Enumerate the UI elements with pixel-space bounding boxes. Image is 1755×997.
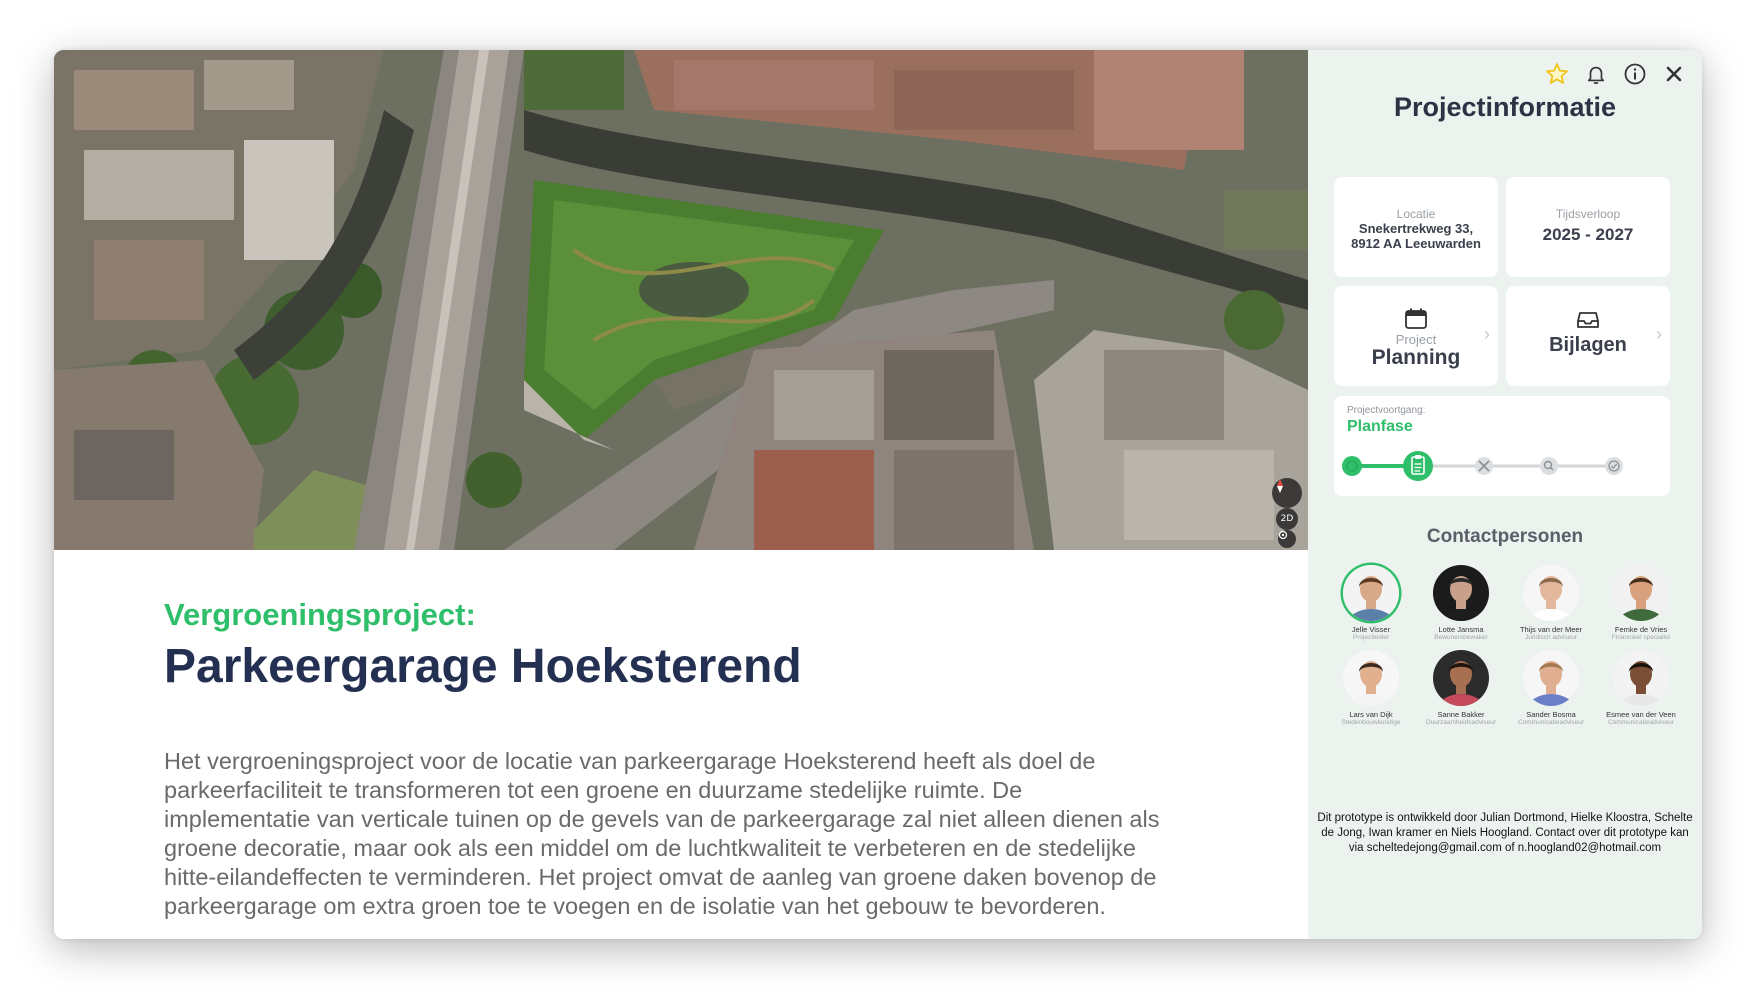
project-subtitle: Vergroeningsproject:	[164, 597, 476, 632]
info-icon[interactable]	[1621, 60, 1649, 88]
avatar	[1523, 565, 1579, 621]
compass-icon[interactable]	[1272, 478, 1302, 508]
avatar	[1523, 650, 1579, 706]
contact-card[interactable]: Sander Bosma Communicatieadviseur	[1506, 650, 1596, 727]
contact-card[interactable]: Lotte Jansma Bewonersbewaker	[1416, 565, 1506, 642]
timeline-label: Tijdsverloop	[1555, 207, 1621, 221]
attachments-label: Bijlagen	[1549, 334, 1627, 356]
contact-name: Jelle Visser	[1351, 625, 1391, 634]
app-window: 2D Vergroeningsproject: Parkeergarage Ho…	[54, 50, 1702, 939]
contact-role: Stedenbouwkundige	[1341, 719, 1401, 726]
attachments-card[interactable]: Bijlagen ›	[1506, 286, 1670, 386]
contact-role: Projectleider	[1352, 634, 1390, 641]
aerial-map-image	[54, 50, 1308, 550]
planning-small-label: Project	[1395, 332, 1437, 347]
progress-card: Projectvoortgang: Planfase	[1334, 396, 1670, 496]
step-3-tools-icon	[1475, 457, 1493, 475]
step-4-search-icon	[1540, 457, 1558, 475]
location-card: Locatie Snekertrekweg 33, 8912 AA Leeuwa…	[1334, 177, 1498, 277]
contact-name: Femke de Vries	[1614, 625, 1668, 634]
project-content: Vergroeningsproject: Parkeergarage Hoeks…	[164, 595, 1174, 921]
credits-footer: Dit prototype is ontwikkeld door Julian …	[1317, 812, 1693, 854]
location-line2: 8912 AA Leeuwarden	[1351, 236, 1481, 251]
bell-icon[interactable]	[1582, 60, 1610, 88]
avatar	[1343, 565, 1399, 621]
contact-name: Lotte Jansma	[1438, 625, 1484, 634]
project-title: Parkeergarage Hoeksterend	[164, 640, 802, 693]
contact-role: Communicatieadviseur	[1517, 719, 1585, 726]
aerial-map[interactable]: 2D	[54, 50, 1308, 550]
inbox-icon	[1506, 310, 1670, 330]
contact-card[interactable]: Femke de Vries Financieel specialist	[1596, 565, 1686, 642]
contact-name: Sander Bosma	[1526, 710, 1576, 719]
project-description: Het vergroeningsproject voor de locatie …	[164, 748, 1160, 919]
planning-label: Planning	[1371, 346, 1461, 369]
location-label: Locatie	[1396, 207, 1436, 221]
timeline-card: Tijdsverloop 2025 - 2027	[1506, 177, 1670, 277]
chevron-right-icon: ›	[1484, 324, 1490, 344]
sidebar-title: Projectinformatie	[1393, 92, 1617, 122]
contact-card[interactable]: Thijs van der Meer Juridisch adviseur	[1506, 565, 1596, 642]
step-5-check-circle-icon	[1605, 457, 1623, 475]
view-2d-toggle[interactable]: 2D	[1276, 508, 1298, 530]
planning-card[interactable]: Project Planning ›	[1334, 286, 1498, 386]
contacts-title: Contactpersonen	[1426, 526, 1584, 547]
avatar	[1433, 650, 1489, 706]
location-line1: Snekertrekweg 33,	[1358, 221, 1474, 236]
timeline-value: 2025 - 2027	[1542, 225, 1634, 244]
contact-role: Financieel specialist	[1611, 634, 1671, 641]
chevron-right-icon: ›	[1656, 324, 1662, 344]
progress-phase: Planfase	[1347, 418, 1413, 435]
contact-name: Esmee van der Veen	[1606, 710, 1676, 719]
locate-icon[interactable]	[1278, 530, 1296, 548]
contact-name: Sanne Bakker	[1437, 710, 1485, 719]
calendar-icon	[1334, 308, 1498, 330]
contact-role: Juridisch adviseur	[1524, 634, 1578, 641]
contact-card[interactable]: Sanne Bakker Duurzaamheidsadviseur	[1416, 650, 1506, 727]
star-icon[interactable]	[1543, 60, 1571, 88]
avatar	[1433, 565, 1489, 621]
avatar	[1613, 650, 1669, 706]
contact-role: Bewonersbewaker	[1434, 634, 1488, 641]
close-icon[interactable]	[1660, 60, 1688, 88]
contact-card[interactable]: Jelle Visser Projectleider	[1326, 565, 1416, 642]
contact-role: Communicatieadviseur	[1607, 719, 1675, 726]
avatar	[1343, 650, 1399, 706]
progress-stepper	[1342, 451, 1623, 481]
avatar	[1613, 565, 1669, 621]
contact-role: Duurzaamheidsadviseur	[1425, 719, 1497, 726]
contact-card[interactable]: Lars van Dijk Stedenbouwkundige	[1326, 650, 1416, 727]
step-1-check-icon	[1342, 456, 1362, 476]
contact-name: Lars van Dijk	[1349, 710, 1393, 719]
contact-name: Thijs van der Meer	[1519, 625, 1583, 634]
contact-card[interactable]: Esmee van der Veen Communicatieadviseur	[1596, 650, 1686, 727]
main-panel: 2D Vergroeningsproject: Parkeergarage Ho…	[54, 50, 1308, 939]
progress-label: Projectvoortgang:	[1347, 405, 1426, 416]
contacts-grid: Jelle Visser Projectleider Lotte Jansma …	[1326, 565, 1686, 727]
sidebar-toolbar	[1543, 60, 1688, 88]
step-2-clipboard-icon	[1403, 451, 1433, 481]
project-info-sidebar: Projectinformatie Locatie Snekertrekweg …	[1308, 50, 1702, 939]
